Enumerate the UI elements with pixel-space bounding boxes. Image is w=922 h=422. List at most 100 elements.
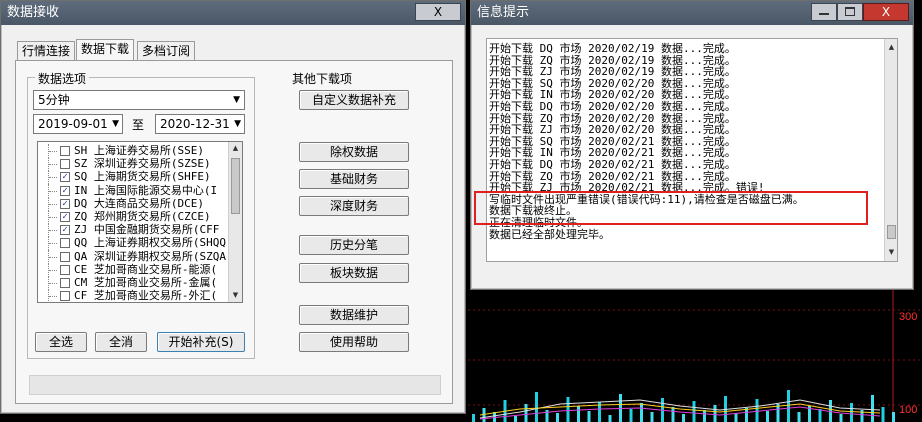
market-checkbox[interactable] <box>60 291 70 302</box>
tree-connector <box>48 196 58 211</box>
minimize-icon <box>819 13 829 15</box>
error-highlight-box <box>474 191 868 225</box>
tab-multi-level-subscribe[interactable]: 多档订阅 <box>137 41 196 61</box>
chevron-down-icon: ▼ <box>233 95 240 105</box>
start-date-picker[interactable]: 2019-09-01 ▼ <box>33 114 123 134</box>
maximize-icon <box>845 7 855 16</box>
tree-connector <box>48 157 58 172</box>
market-label: SH 上海证券交易所(SSE) <box>74 144 204 157</box>
market-label: QA 深圳证券期权交易所(SZQA) <box>74 249 233 263</box>
volume-bar <box>640 403 643 422</box>
period-value: 5分钟 <box>38 93 70 107</box>
axis-label-300: 300 <box>899 311 918 323</box>
tab-quote-connection[interactable]: 行情连接 <box>17 41 76 61</box>
volume-bar <box>577 406 580 422</box>
scroll-up-icon[interactable]: ▲ <box>885 41 897 54</box>
start-supplement-button[interactable]: 开始补充(S) <box>157 332 245 352</box>
market-checkbox[interactable]: ✓ <box>60 225 70 236</box>
tab-data-download[interactable]: 数据下载 <box>76 39 135 61</box>
ex-rights-data-button[interactable]: 除权数据 <box>299 142 409 162</box>
volume-bar <box>556 413 559 422</box>
volume-bar <box>839 414 843 422</box>
volume-bar <box>766 411 769 422</box>
window-title: 信息提示 <box>477 5 530 20</box>
volume-bar <box>472 414 475 422</box>
scroll-down-icon[interactable]: ▼ <box>229 289 242 302</box>
data-maintenance-button[interactable]: 数据维护 <box>299 305 409 325</box>
tree-connector <box>48 276 58 290</box>
volume-bar <box>535 392 538 422</box>
deep-finance-button[interactable]: 深度财务 <box>299 196 409 216</box>
market-list-scrollbar[interactable]: ▲ ▼ <box>228 142 242 302</box>
market-label: CF 芝加哥商业交易所-外汇( <box>74 289 218 303</box>
end-date-value: 2020-12-31 <box>160 117 230 131</box>
volume-bar <box>871 395 874 422</box>
volume-bar <box>566 397 570 422</box>
volume-bar <box>692 401 696 422</box>
help-button[interactable]: 使用帮助 <box>299 332 409 352</box>
data-receive-window: 数据接收 X 行情连接 数据下载 多档订阅 数据选项 5分钟 ▼ 2019-09… <box>0 0 466 414</box>
progress-bar <box>29 375 441 395</box>
tree-connector <box>48 183 58 198</box>
maximize-button[interactable] <box>837 3 863 21</box>
basic-finance-button[interactable]: 基础财务 <box>299 169 409 189</box>
market-list[interactable]: SH 上海证券交易所(SSE) SZ 深圳证券交易所(SZSE) ✓ SQ 上海期货交… <box>37 141 243 303</box>
message-log-scrollbar[interactable]: ▲ ▼ <box>884 39 897 261</box>
tree-connector <box>48 262 58 277</box>
history-tick-button[interactable]: 历史分笔 <box>299 235 409 255</box>
title-bar: 数据接收 X <box>1 1 465 25</box>
scroll-down-icon[interactable]: ▼ <box>885 246 897 259</box>
market-checkbox[interactable]: ✓ <box>60 212 70 222</box>
volume-bar <box>797 412 801 422</box>
volume-bar <box>881 407 885 422</box>
to-label: 至 <box>132 118 145 132</box>
market-checkbox[interactable] <box>60 278 70 288</box>
volume-bar <box>703 410 706 422</box>
other-downloads-title: 其他下载项 <box>289 70 356 87</box>
select-all-button[interactable]: 全选 <box>35 332 87 352</box>
market-checkbox[interactable] <box>60 264 70 275</box>
volume-bar <box>629 409 633 422</box>
scrollbar-thumb[interactable] <box>887 225 896 239</box>
tree-connector <box>48 170 58 185</box>
volume-bar <box>524 404 528 422</box>
close-button[interactable]: X <box>863 3 909 21</box>
volume-bar <box>818 409 822 422</box>
market-checkbox[interactable]: ✓ <box>60 198 70 209</box>
window-title: 数据接收 <box>7 5 60 20</box>
end-date-picker[interactable]: 2020-12-31 ▼ <box>155 114 245 134</box>
scrollbar-thumb[interactable] <box>231 158 240 214</box>
market-label: CE 芝加哥商业交易所-能源( <box>74 262 218 276</box>
sector-data-button[interactable]: 板块数据 <box>299 263 409 283</box>
select-none-button[interactable]: 全消 <box>95 332 147 352</box>
tree-connector <box>48 223 58 238</box>
close-icon: X <box>433 5 443 19</box>
market-label: IN 上海国际能源交易中心(I <box>74 183 218 197</box>
minimize-button[interactable] <box>811 3 837 21</box>
custom-data-supplement-button[interactable]: 自定义数据补充 <box>299 90 409 110</box>
volume-bar <box>745 408 748 422</box>
title-bar: 信息提示 X <box>471 1 913 25</box>
volume-bar <box>734 413 738 422</box>
volume-bar <box>892 412 895 422</box>
market-label: SQ 上海期货交易所(SHFE) <box>74 170 211 184</box>
period-select[interactable]: 5分钟 ▼ <box>33 90 245 110</box>
tree-connector <box>48 236 58 251</box>
close-button[interactable]: X <box>415 3 461 21</box>
market-checkbox[interactable] <box>60 251 70 262</box>
market-checkbox[interactable] <box>60 159 70 170</box>
axis-label-100: 100 <box>899 404 918 416</box>
market-checkbox[interactable] <box>60 238 70 249</box>
tree-connector <box>48 249 58 264</box>
volume-bar <box>587 411 591 422</box>
market-checkbox[interactable]: ✓ <box>60 172 70 183</box>
volume-bar <box>755 399 759 422</box>
volume-bar <box>713 405 717 422</box>
volume-bar <box>787 390 790 422</box>
chevron-down-icon: ▼ <box>234 119 241 129</box>
market-checkbox[interactable]: ✓ <box>60 185 70 196</box>
market-checkbox[interactable] <box>60 146 70 156</box>
scroll-up-icon[interactable]: ▲ <box>229 142 242 155</box>
message-log[interactable]: 开始下载 DQ 市场 2020/02/19 数据...完成。 开始下载 ZQ 市场… <box>486 38 898 262</box>
volume-bar <box>850 403 853 422</box>
